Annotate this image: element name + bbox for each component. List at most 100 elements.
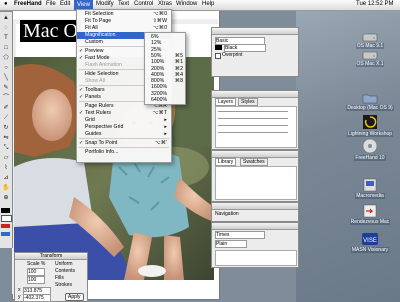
text-settings-area[interactable]: [215, 250, 297, 266]
default-colors-icon[interactable]: [1, 232, 10, 236]
view-menu-item-fit-selection[interactable]: Fit Selection ⌥⌘0: [77, 11, 171, 18]
stroke-color-select[interactable]: Black: [224, 44, 266, 52]
menu-item-label: Magnification: [85, 32, 116, 38]
desktop-icon-label: Rendezvous Mac: [349, 219, 391, 225]
scale-tool-icon[interactable]: ⤡: [1, 144, 11, 153]
library-list: [215, 166, 297, 200]
rotate-tool-icon[interactable]: ↻: [1, 124, 11, 133]
tab-layers[interactable]: Layers: [215, 98, 237, 106]
panel-titlebar[interactable]: [212, 91, 298, 98]
overprint-checkbox-label[interactable]: Overprint: [222, 52, 243, 58]
ellipse-tool-icon[interactable]: ○: [1, 64, 11, 73]
menu-freehand[interactable]: FreeHand: [14, 1, 42, 7]
menu-text[interactable]: Text: [118, 1, 129, 7]
cd-icon: [362, 138, 378, 154]
tab-styles[interactable]: Styles: [238, 98, 258, 106]
panel-titlebar[interactable]: [212, 203, 298, 210]
font-select[interactable]: Times: [215, 231, 265, 239]
view-menu-item-perspective-grid[interactable]: Perspective Grid ▸: [77, 124, 171, 131]
desktop-icon-rendezvous[interactable]: Rendezvous Mac: [344, 204, 396, 225]
desktop-icon-macromedia[interactable]: Macromedia: [344, 178, 396, 199]
menu-edit[interactable]: Edit: [60, 1, 70, 7]
svg-text:VISE: VISE: [363, 238, 377, 244]
scale-input[interactable]: 100: [27, 268, 45, 276]
layer-row[interactable]: [218, 132, 288, 133]
y-input[interactable]: -402.375: [23, 294, 51, 302]
hand-tool-icon[interactable]: ✋: [1, 184, 11, 193]
menu-window[interactable]: Window: [176, 1, 197, 7]
view-menu-item-grid[interactable]: Grid ▸: [77, 117, 171, 124]
layer-row[interactable]: [218, 125, 288, 126]
uniform-checkbox-label[interactable]: Uniform: [55, 261, 73, 267]
tab-library[interactable]: Library: [215, 158, 237, 166]
panel-titlebar[interactable]: [212, 223, 298, 230]
strokes-checkbox-label[interactable]: Strokes: [55, 282, 72, 288]
tab-navigation[interactable]: Navigation: [215, 211, 239, 217]
tab-swatches[interactable]: Swatches: [240, 158, 268, 166]
magnification-item-6400pct[interactable]: 6400%: [145, 97, 185, 104]
desktop-icon-os9[interactable]: OS Mac 9.1: [344, 32, 396, 49]
trace-tool-icon[interactable]: ⌇: [1, 164, 11, 173]
transform-panel-title[interactable]: Transform: [15, 253, 87, 260]
x-label: x: [18, 287, 21, 293]
pencil-tool-icon[interactable]: ✐: [1, 104, 11, 113]
view-menu-item-guides[interactable]: Guides ▸: [77, 131, 171, 138]
desktop-icon-lightning[interactable]: Lightning Workshop: [344, 114, 396, 137]
fills-checkbox-label[interactable]: Fills: [55, 275, 64, 281]
style-select[interactable]: Plain: [215, 240, 247, 248]
line-tool-icon[interactable]: ╲: [1, 74, 11, 83]
knife-tool-icon[interactable]: ⟋: [1, 114, 11, 123]
rectangle-tool-icon[interactable]: □: [1, 44, 11, 53]
desktop-icon-osx[interactable]: OS Mac X.1: [344, 50, 396, 67]
lasso-tool-icon[interactable]: ◌: [1, 24, 11, 33]
magnification-submenu: 6% 12% 25% 50% ⌘5 100% ⌘1 200% ⌘2 400% ⌘4 800% ⌘8 160…: [144, 32, 186, 105]
eyedropper-tool-icon[interactable]: ⊿: [1, 174, 11, 183]
view-menu-item-snap-to-point[interactable]: ✓ Snap To Point ⌥⌘': [77, 140, 171, 147]
stroke-color-swatch[interactable]: [1, 208, 10, 213]
pen-tool-icon[interactable]: ✎: [1, 84, 11, 93]
desktop-icon-folder[interactable]: Desktop (Mac OS 9): [344, 92, 396, 111]
apply-button[interactable]: Apply: [65, 293, 84, 301]
desktop-icon-freehand[interactable]: FreeHand 10: [344, 138, 396, 161]
menu-item-label: Snap To Point: [85, 140, 118, 146]
menu-xtras[interactable]: Xtras: [158, 1, 172, 7]
reflect-tool-icon[interactable]: ⇋: [1, 134, 11, 143]
layer-row[interactable]: [218, 118, 288, 119]
fill-color-swatch[interactable]: [1, 215, 12, 222]
menu-file[interactable]: File: [46, 1, 56, 7]
hard-drive-icon: [362, 51, 378, 60]
menu-item-label: Panels: [85, 94, 101, 100]
view-menu-item-fit-to-page[interactable]: Fit To Page ⇧⌘W: [77, 18, 171, 25]
layers-panel: Layers Styles: [211, 90, 299, 150]
bezier-tool-icon[interactable]: ⌒: [1, 94, 11, 103]
view-menu-item-portfolio-info[interactable]: Portfolio Info...: [77, 149, 171, 156]
hard-drive-icon: [362, 33, 378, 42]
menu-item-label: Perspective Grid: [85, 124, 124, 130]
layer-row[interactable]: [218, 111, 288, 112]
apple-menu-icon[interactable]: ●: [4, 1, 8, 7]
view-menu-item-fit-all[interactable]: Fit All ⌥⌘0: [77, 25, 171, 32]
contents-checkbox-label[interactable]: Contents: [55, 268, 75, 274]
overprint-checkbox[interactable]: [215, 53, 221, 59]
skew-tool-icon[interactable]: ▱: [1, 154, 11, 163]
menubar-clock[interactable]: Tue 12:52 PM: [356, 1, 393, 7]
text-tool-icon[interactable]: T: [1, 34, 11, 43]
view-menu-item-text-rulers[interactable]: ✓ Text Rulers ⌥⌘T: [77, 110, 171, 117]
scale-input-v[interactable]: 100: [27, 276, 45, 284]
zoom-tool-icon[interactable]: ⊕: [1, 194, 11, 203]
polygon-tool-icon[interactable]: ⬠: [1, 54, 11, 63]
menu-help[interactable]: Help: [202, 1, 214, 7]
document-headline[interactable]: Mac O: [20, 20, 81, 42]
panel-titlebar[interactable]: [212, 151, 298, 158]
desktop-icon-visionary[interactable]: VISE MASN Visionary: [344, 232, 396, 253]
stroke-color-swatch[interactable]: [215, 45, 222, 50]
menu-control[interactable]: Control: [134, 1, 153, 7]
checkmark-icon: ✓: [79, 48, 84, 54]
pointer-tool-icon[interactable]: ▲: [1, 14, 11, 23]
menu-item-label: Hide Selection: [85, 71, 119, 77]
menu-modify[interactable]: Modify: [96, 1, 114, 7]
menu-item-label: Preview: [85, 48, 104, 54]
checkmark-icon: ✓: [79, 140, 84, 146]
panel-titlebar[interactable]: [212, 28, 298, 35]
swap-colors-icon[interactable]: [1, 224, 10, 228]
